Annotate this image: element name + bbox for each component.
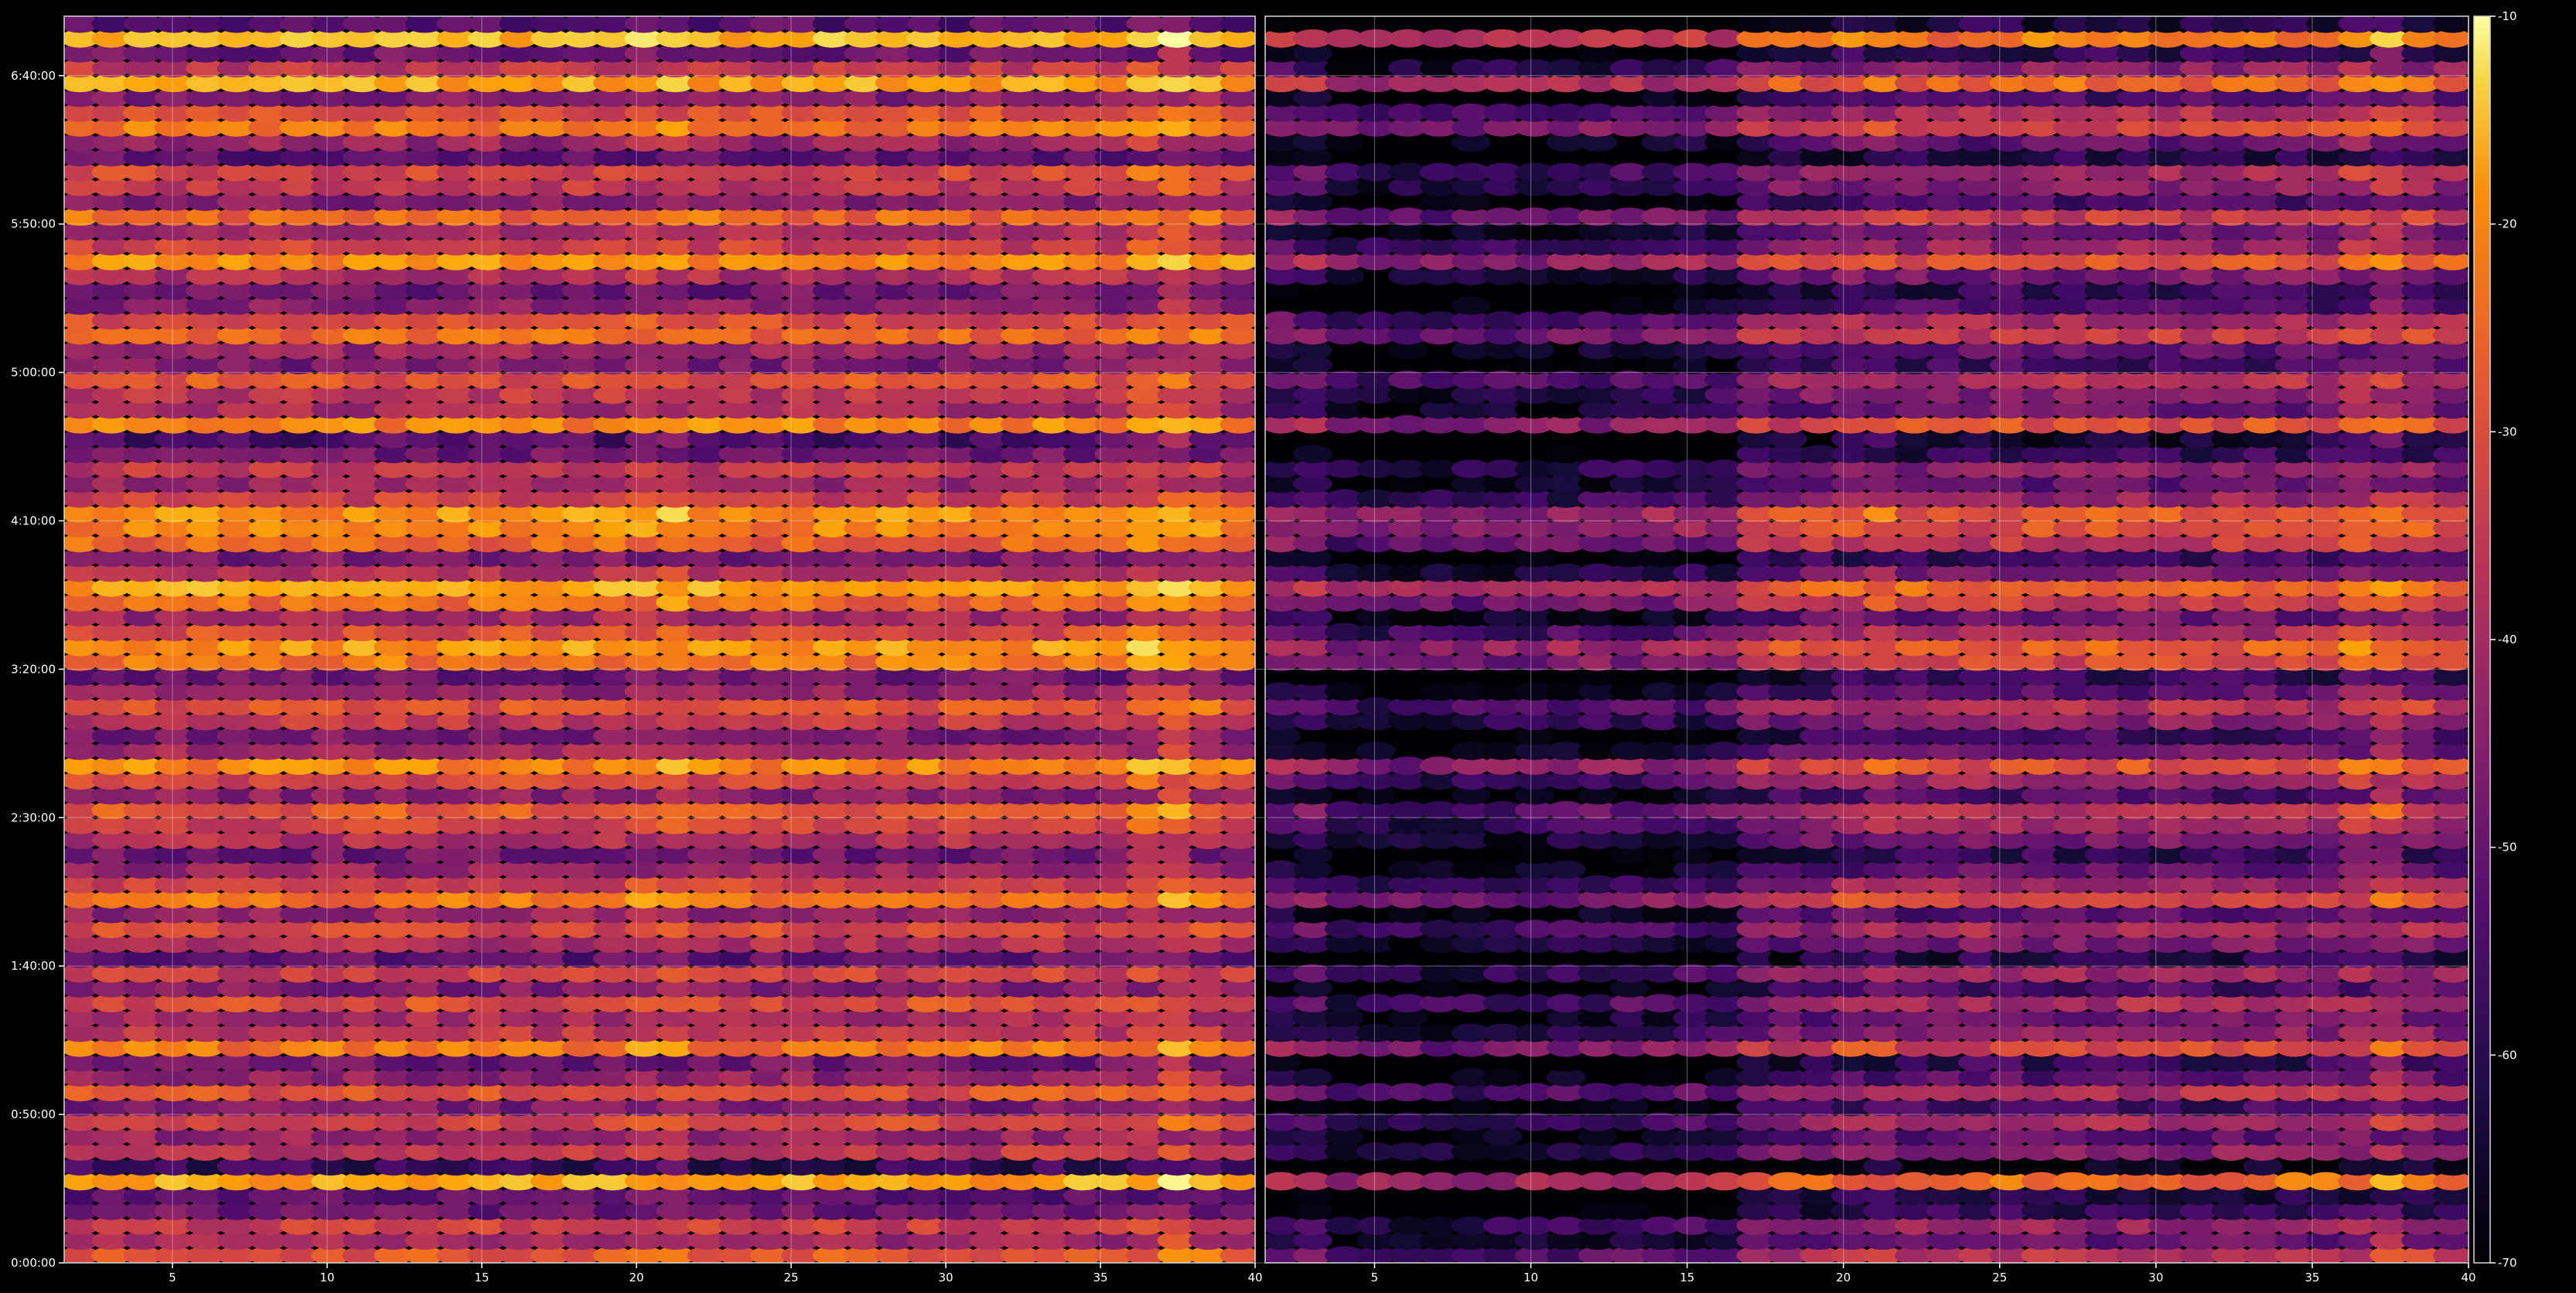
heatmap-cell bbox=[1356, 742, 1396, 760]
heatmap-chart: 0:00:000:50:001:40:002:30:003:20:004:10:… bbox=[11, 9, 2516, 1284]
heatmap-panel-right bbox=[1265, 16, 2469, 1263]
heatmap-cell bbox=[1220, 16, 1255, 33]
heatmap-cell bbox=[1325, 682, 1364, 701]
heatmap-cell bbox=[1609, 1201, 1650, 1220]
heatmap-cell bbox=[1641, 1068, 1681, 1087]
heatmap-cell bbox=[1482, 1068, 1523, 1087]
heatmap-cell bbox=[1546, 860, 1586, 879]
heatmap-panel-left bbox=[64, 16, 1255, 1263]
heatmap-cell bbox=[1293, 1068, 1332, 1087]
